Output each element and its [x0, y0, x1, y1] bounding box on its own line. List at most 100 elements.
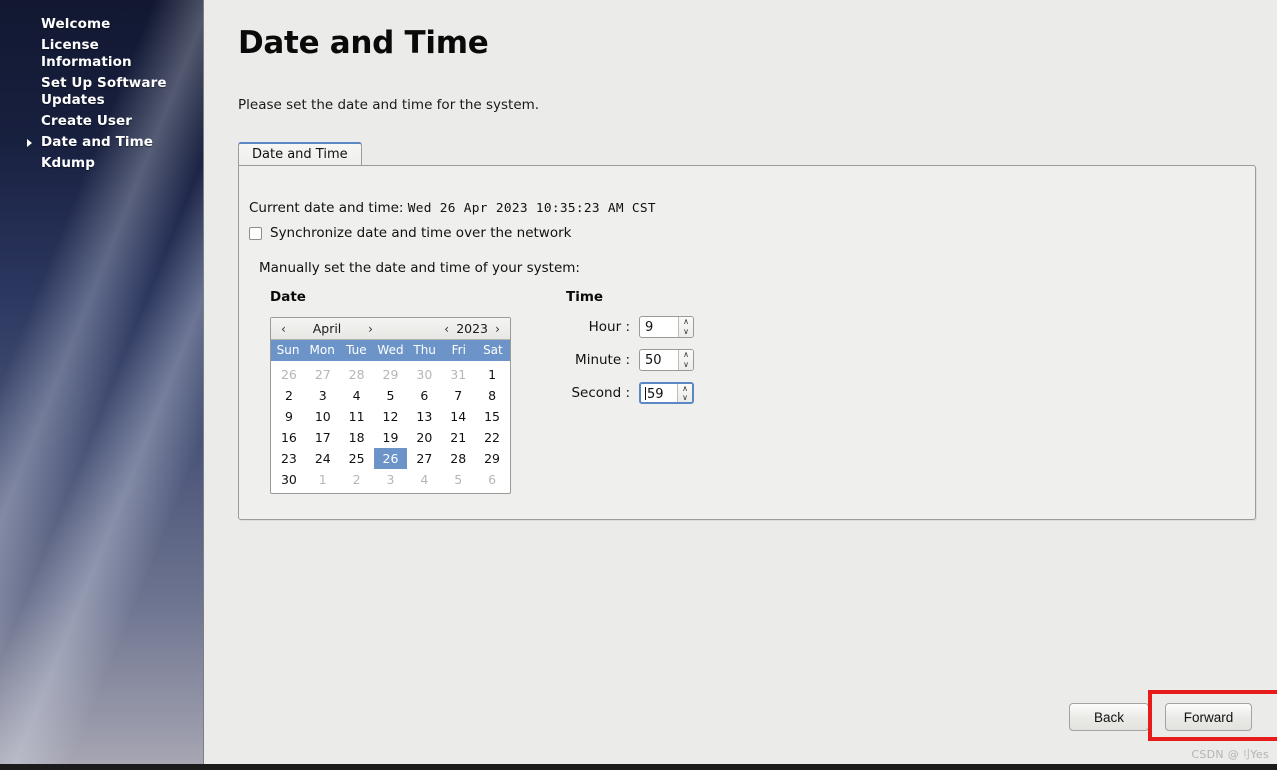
spinner-down-icon[interactable]: ∨: [679, 360, 693, 370]
calendar-day[interactable]: 28: [441, 448, 475, 469]
sidebar-item-set-up-software-updates[interactable]: Set Up Software Updates: [0, 73, 203, 111]
calendar-day[interactable]: 22: [475, 427, 509, 448]
back-button[interactable]: Back: [1069, 703, 1149, 731]
calendar-day[interactable]: 19: [374, 427, 408, 448]
date-heading: Date: [270, 289, 306, 305]
second-input[interactable]: 59: [641, 384, 677, 402]
calendar-day[interactable]: 30: [272, 469, 306, 490]
time-field-label: Minute :: [575, 352, 630, 368]
sidebar-active-bullet-icon: [27, 138, 32, 147]
spinner-up-icon[interactable]: ∧: [679, 350, 693, 360]
next-month-icon[interactable]: ›: [364, 322, 377, 336]
text-caret: [645, 387, 646, 400]
calendar-day[interactable]: 6: [407, 385, 441, 406]
calendar-day[interactable]: 4: [407, 469, 441, 490]
time-section: Time Hour :9 ∧ ∨ Minute :50 ∧ ∨ Second :59 ∧ ∨: [566, 289, 694, 404]
second-spinner-buttons: ∧ ∨: [677, 384, 692, 402]
second-spinner[interactable]: 59 ∧ ∨: [639, 382, 694, 404]
calendar-widget[interactable]: ‹ April › ‹ 2023 › Sun Mon Tue Wed Thu Fri Sat…: [270, 317, 511, 494]
calendar-day[interactable]: 5: [441, 469, 475, 490]
calendar-day[interactable]: 26: [272, 364, 306, 385]
minute-input[interactable]: 50: [640, 350, 678, 370]
current-date-time-value: Wed 26 Apr 2023 10:35:23 AM CST: [407, 201, 656, 216]
calendar-day[interactable]: 31: [441, 364, 475, 385]
spinner-down-icon[interactable]: ∨: [679, 327, 693, 337]
calendar-day-selected[interactable]: 26: [373, 448, 408, 469]
calendar-day[interactable]: 23: [272, 448, 306, 469]
calendar-month-label[interactable]: April: [290, 321, 364, 336]
page-subtitle: Please set the date and time for the sys…: [238, 97, 540, 113]
manual-set-label: Manually set the date and time of your s…: [259, 260, 580, 276]
calendar-day[interactable]: 3: [306, 385, 340, 406]
sidebar-item-kdump[interactable]: Kdump: [0, 153, 203, 174]
calendar-day[interactable]: 10: [306, 406, 340, 427]
calendar-day[interactable]: 12: [374, 406, 408, 427]
calendar-day[interactable]: 25: [340, 448, 374, 469]
hour-value: 9: [645, 320, 654, 335]
next-year-icon[interactable]: ›: [491, 322, 504, 336]
calendar-day[interactable]: 1: [306, 469, 340, 490]
calendar-day[interactable]: 3: [374, 469, 408, 490]
calendar-day[interactable]: 8: [475, 385, 509, 406]
time-heading: Time: [566, 289, 604, 305]
prev-year-icon[interactable]: ‹: [440, 322, 453, 336]
time-field-label: Hour :: [588, 319, 630, 335]
hour-input[interactable]: 9: [640, 317, 678, 337]
installer-window: Welcome License Information Set Up Softwar…: [0, 0, 1277, 770]
time-row: Hour : 9 ∧ ∨: [566, 316, 694, 338]
calendar-day[interactable]: 21: [441, 427, 475, 448]
calendar-day[interactable]: 29: [475, 448, 509, 469]
date-section: Date ‹ April › ‹ 2023 › Sun Mon Tue Wed Thu F…: [270, 289, 511, 494]
calendar-day[interactable]: 18: [340, 427, 374, 448]
calendar-day[interactable]: 6: [475, 469, 509, 490]
sidebar-item-date-and-time[interactable]: Date and Time: [0, 132, 203, 153]
calendar-day[interactable]: 2: [340, 469, 374, 490]
forward-button[interactable]: Forward: [1165, 703, 1252, 731]
calendar-day[interactable]: 28: [340, 364, 374, 385]
calendar-day[interactable]: 17: [306, 427, 340, 448]
calendar-day[interactable]: 4: [340, 385, 374, 406]
sync-network-row[interactable]: Synchronize date and time over the netwo…: [249, 225, 571, 241]
sync-network-checkbox[interactable]: [249, 226, 262, 240]
current-date-time-label: Current date and time:: [249, 200, 404, 216]
prev-month-icon[interactable]: ‹: [277, 322, 290, 336]
calendar-day[interactable]: 14: [441, 406, 475, 427]
sidebar-item-welcome[interactable]: Welcome: [0, 14, 203, 35]
calendar-day-grid[interactable]: 26 27 28 29 30 31 1 2 3 4 5 6 7 8 9 10 11 12 13 14 15 16 17 18 1…: [271, 361, 510, 490]
tab-date-and-time[interactable]: Date and Time: [238, 142, 362, 166]
calendar-day[interactable]: 5: [374, 385, 408, 406]
calendar-day[interactable]: 27: [407, 448, 441, 469]
calendar-day[interactable]: 16: [272, 427, 306, 448]
calendar-day[interactable]: 30: [407, 364, 441, 385]
calendar-day[interactable]: 2: [272, 385, 306, 406]
second-value: 59: [647, 387, 664, 402]
sidebar-nav: Welcome License Information Set Up Softwar…: [0, 14, 203, 174]
calendar-year-label[interactable]: 2023: [453, 321, 491, 336]
spinner-up-icon[interactable]: ∧: [678, 384, 692, 393]
current-date-time-row: Current date and time: Wed 26 Apr 2023 1…: [249, 200, 656, 216]
calendar-day[interactable]: 1: [475, 364, 509, 385]
sidebar-item-create-user[interactable]: Create User: [0, 111, 203, 132]
calendar-day[interactable]: 9: [272, 406, 306, 427]
hour-spinner[interactable]: 9 ∧ ∨: [639, 316, 694, 338]
calendar-day[interactable]: 15: [475, 406, 509, 427]
calendar-day[interactable]: 7: [441, 385, 475, 406]
spinner-down-icon[interactable]: ∨: [678, 393, 692, 402]
time-row: Minute : 50 ∧ ∨: [566, 349, 694, 371]
calendar-weekday-header: Sun Mon Tue Wed Thu Fri Sat: [271, 340, 510, 361]
calendar-day[interactable]: 24: [306, 448, 340, 469]
calendar-day[interactable]: 11: [340, 406, 374, 427]
time-row: Second : 59 ∧ ∨: [566, 382, 694, 404]
calendar-day[interactable]: 13: [407, 406, 441, 427]
calendar-day[interactable]: 20: [407, 427, 441, 448]
minute-spinner[interactable]: 50 ∧ ∨: [639, 349, 694, 371]
sidebar-item-label: Date and Time: [41, 134, 154, 150]
time-fields: Hour :9 ∧ ∨ Minute :50 ∧ ∨ Second :59 ∧ ∨: [566, 316, 694, 404]
hour-spinner-buttons: ∧ ∨: [678, 317, 693, 337]
calendar-day[interactable]: 27: [306, 364, 340, 385]
calendar-weekday: Sat: [483, 343, 503, 357]
spinner-up-icon[interactable]: ∧: [679, 317, 693, 327]
calendar-day[interactable]: 29: [374, 364, 408, 385]
content-area: Date and Time Please set the date and ti…: [205, 0, 1277, 770]
sidebar-item-license-information[interactable]: License Information: [0, 35, 203, 73]
